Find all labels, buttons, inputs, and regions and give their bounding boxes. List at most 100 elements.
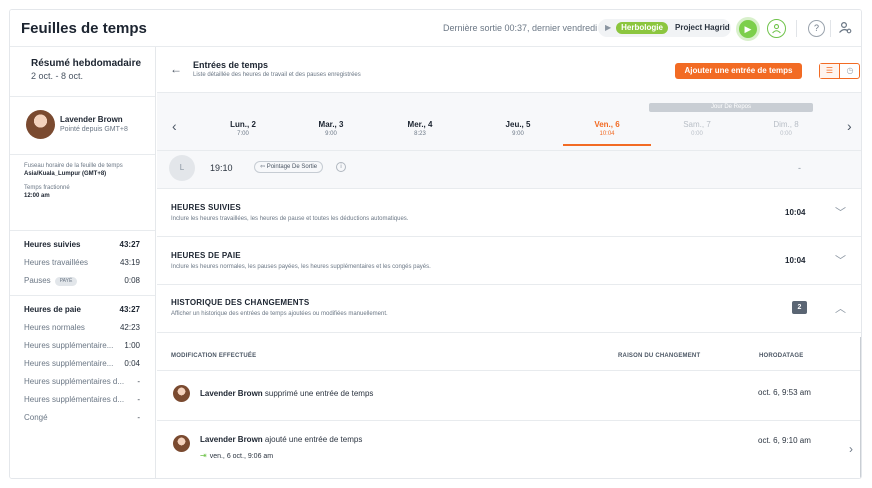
user-settings-icon[interactable] — [836, 20, 853, 37]
summary-value: 42:23 — [119, 323, 140, 332]
paid-badge: PAYÉ — [54, 277, 78, 286]
change-timestamp: oct. 6, 9:53 am — [758, 388, 811, 397]
chevron-up-icon[interactable]: ︿ — [835, 300, 846, 316]
chevron-right-icon[interactable]: › — [847, 118, 852, 134]
day-hours: 0:00 — [691, 131, 703, 137]
summary-row-overtime-1: Heures supplémentaire... 1:00 — [10, 336, 155, 354]
summary-label: Heures travaillées — [24, 258, 89, 267]
section-title: HEURES DE PAIE — [171, 251, 241, 260]
user-card: Lavender Brown Pointé depuis GMT+8 — [10, 97, 155, 155]
chevron-down-icon[interactable]: ﹀ — [835, 252, 846, 268]
list-view-icon[interactable]: ☰ — [820, 64, 840, 78]
change-action: ajouté une entrée de temps — [262, 435, 363, 444]
week-title: Résumé hebdomadaire — [31, 58, 142, 69]
hours-summary: Heures suivies 43:27 Heures travaillées … — [10, 231, 155, 426]
day-tab-tue[interactable]: Mar., 3 9:00 — [287, 120, 375, 137]
summary-label: Pauses PAYÉ — [24, 276, 78, 286]
day-hours: 10:04 — [599, 131, 615, 137]
play-icon[interactable]: ▶ — [736, 17, 760, 41]
scrollbar[interactable] — [860, 337, 861, 478]
day-name: Sam., 7 — [683, 120, 711, 129]
divider — [830, 20, 831, 37]
timezone-label: Fuseau horaire de la feuille de temps — [24, 163, 123, 169]
small-play-icon: ▶ — [605, 23, 612, 32]
column-header-timestamp: HORODATAGE — [759, 353, 804, 359]
rest-day-bar: Jour De Repos — [649, 103, 813, 112]
entry-time: 19:10 — [210, 163, 233, 173]
arrow-left-icon[interactable]: ← — [170, 62, 182, 76]
day-tab-sat[interactable]: Sam., 7 0:00 — [653, 120, 741, 137]
summary-row-tracked: Heures suivies 43:27 — [10, 235, 155, 253]
summary-value: - — [137, 395, 140, 404]
project-name[interactable]: Project Hagrid — [675, 23, 730, 32]
history-table-header: MODIFICATION EFFECTUÉE RAISON DU CHANGEM… — [157, 333, 861, 371]
day-hours: 8:23 — [414, 131, 426, 137]
day-tab-sun[interactable]: Dim., 8 0:00 — [742, 120, 830, 137]
page-title: Feuilles de temps — [21, 20, 147, 37]
summary-value: 0:08 — [124, 276, 140, 285]
day-tab-fri[interactable]: Ven., 6 10:04 — [563, 120, 651, 146]
summary-row-regular: Heures normales 42:23 — [10, 318, 155, 336]
activity-tag[interactable]: Herbologie — [616, 22, 668, 34]
user-circle-icon[interactable] — [767, 19, 786, 38]
week-range: 2 oct. - 8 oct. — [31, 71, 84, 81]
avatar — [26, 110, 55, 139]
section-subtitle: Inclure les heures travaillées, les heur… — [171, 216, 409, 222]
day-tab-mon[interactable]: Lun., 2 7:00 — [199, 120, 287, 137]
day-hours: 7:00 — [237, 131, 249, 137]
help-icon[interactable]: ? — [808, 20, 825, 37]
avatar — [173, 385, 190, 402]
entries-title: Entrées de temps — [193, 60, 269, 70]
summary-label: Congé — [24, 413, 48, 422]
section-subtitle: Inclure les heures normales, les pauses … — [171, 264, 431, 270]
clock-view-icon[interactable]: ◷ — [840, 64, 860, 78]
summary-label: Heures supplémentaires d... — [24, 377, 125, 386]
day-name: Dim., 8 — [773, 120, 799, 129]
change-detail: ⇥ ven., 6 oct., 9:06 am — [200, 451, 273, 460]
summary-row-overtime-2: Heures supplémentaire... 0:04 — [10, 354, 155, 372]
section-change-history[interactable]: HISTORIQUE DES CHANGEMENTS Afficher un h… — [157, 285, 861, 333]
chevron-down-icon[interactable]: ﹀ — [835, 204, 846, 220]
weekly-summary-panel: Résumé hebdomadaire 2 oct. - 8 oct. Lave… — [10, 47, 156, 478]
day-tab-wed[interactable]: Mer., 4 8:23 — [376, 120, 464, 137]
day-selector: Jour De Repos ‹ › Lun., 2 7:00 Mar., 3 9… — [157, 93, 861, 151]
entry-type-badge: ⇦ Pointage De Sortie — [254, 161, 324, 173]
timer-widget[interactable]: ▶ Herbologie Project Hagrid — [598, 19, 731, 37]
change-detail-text: ven., 6 oct., 9:06 am — [209, 453, 274, 460]
last-clock-out-text: Dernière sortie 00:37, dernier vendredi — [443, 23, 598, 33]
day-hours: 9:00 — [325, 131, 337, 137]
timezone-block: Fuseau horaire de la feuille de temps As… — [10, 155, 155, 231]
table-row[interactable]: Lavender Brown supprimé une entrée de te… — [157, 371, 861, 421]
time-entry-row[interactable]: L 19:10 ⇦ Pointage De Sortie i - — [157, 151, 861, 189]
day-name: Jeu., 5 — [505, 120, 531, 129]
day-hours: 9:00 — [512, 131, 524, 137]
split-time-value: 12:00 am — [24, 193, 50, 199]
time-entries-panel: ← Entrées de temps Liste détaillée des h… — [157, 47, 861, 478]
summary-value: 43:27 — [119, 305, 140, 314]
section-pay-hours[interactable]: HEURES DE PAIE Inclure les heures normal… — [157, 237, 861, 285]
summary-value: - — [137, 413, 140, 422]
chevron-left-icon[interactable]: ‹ — [172, 118, 177, 134]
change-timestamp: oct. 6, 9:10 am — [758, 436, 811, 445]
summary-label: Heures suivies — [24, 240, 81, 249]
summary-label: Heures normales — [24, 323, 85, 332]
divider — [10, 295, 155, 296]
user-name: Lavender Brown — [60, 115, 123, 124]
divider — [796, 20, 797, 37]
add-time-entry-button[interactable]: Ajouter une entrée de temps — [675, 63, 802, 79]
section-tracked-hours[interactable]: HEURES SUIVIES Inclure les heures travai… — [157, 189, 861, 237]
active-day-underline — [563, 144, 651, 146]
summary-label: Heures supplémentaire... — [24, 359, 114, 368]
change-action: supprimé une entrée de temps — [262, 389, 374, 398]
day-name: Mer., 4 — [407, 120, 433, 129]
summary-label: Heures de paie — [24, 305, 81, 314]
chevron-right-icon[interactable]: › — [849, 442, 853, 456]
section-subtitle: Afficher un historique des entrées de te… — [171, 311, 388, 317]
day-tab-thu[interactable]: Jeu., 5 9:00 — [474, 120, 562, 137]
summary-label: Heures supplémentaires d... — [24, 395, 125, 404]
top-bar: Feuilles de temps Dernière sortie 00:37,… — [10, 10, 861, 47]
summary-label: Heures supplémentaire... — [24, 341, 114, 350]
info-icon[interactable]: i — [336, 162, 346, 172]
entry-type-label: Pointage De Sortie — [266, 164, 318, 170]
table-row[interactable]: Lavender Brown ajouté une entrée de temp… — [157, 421, 861, 471]
